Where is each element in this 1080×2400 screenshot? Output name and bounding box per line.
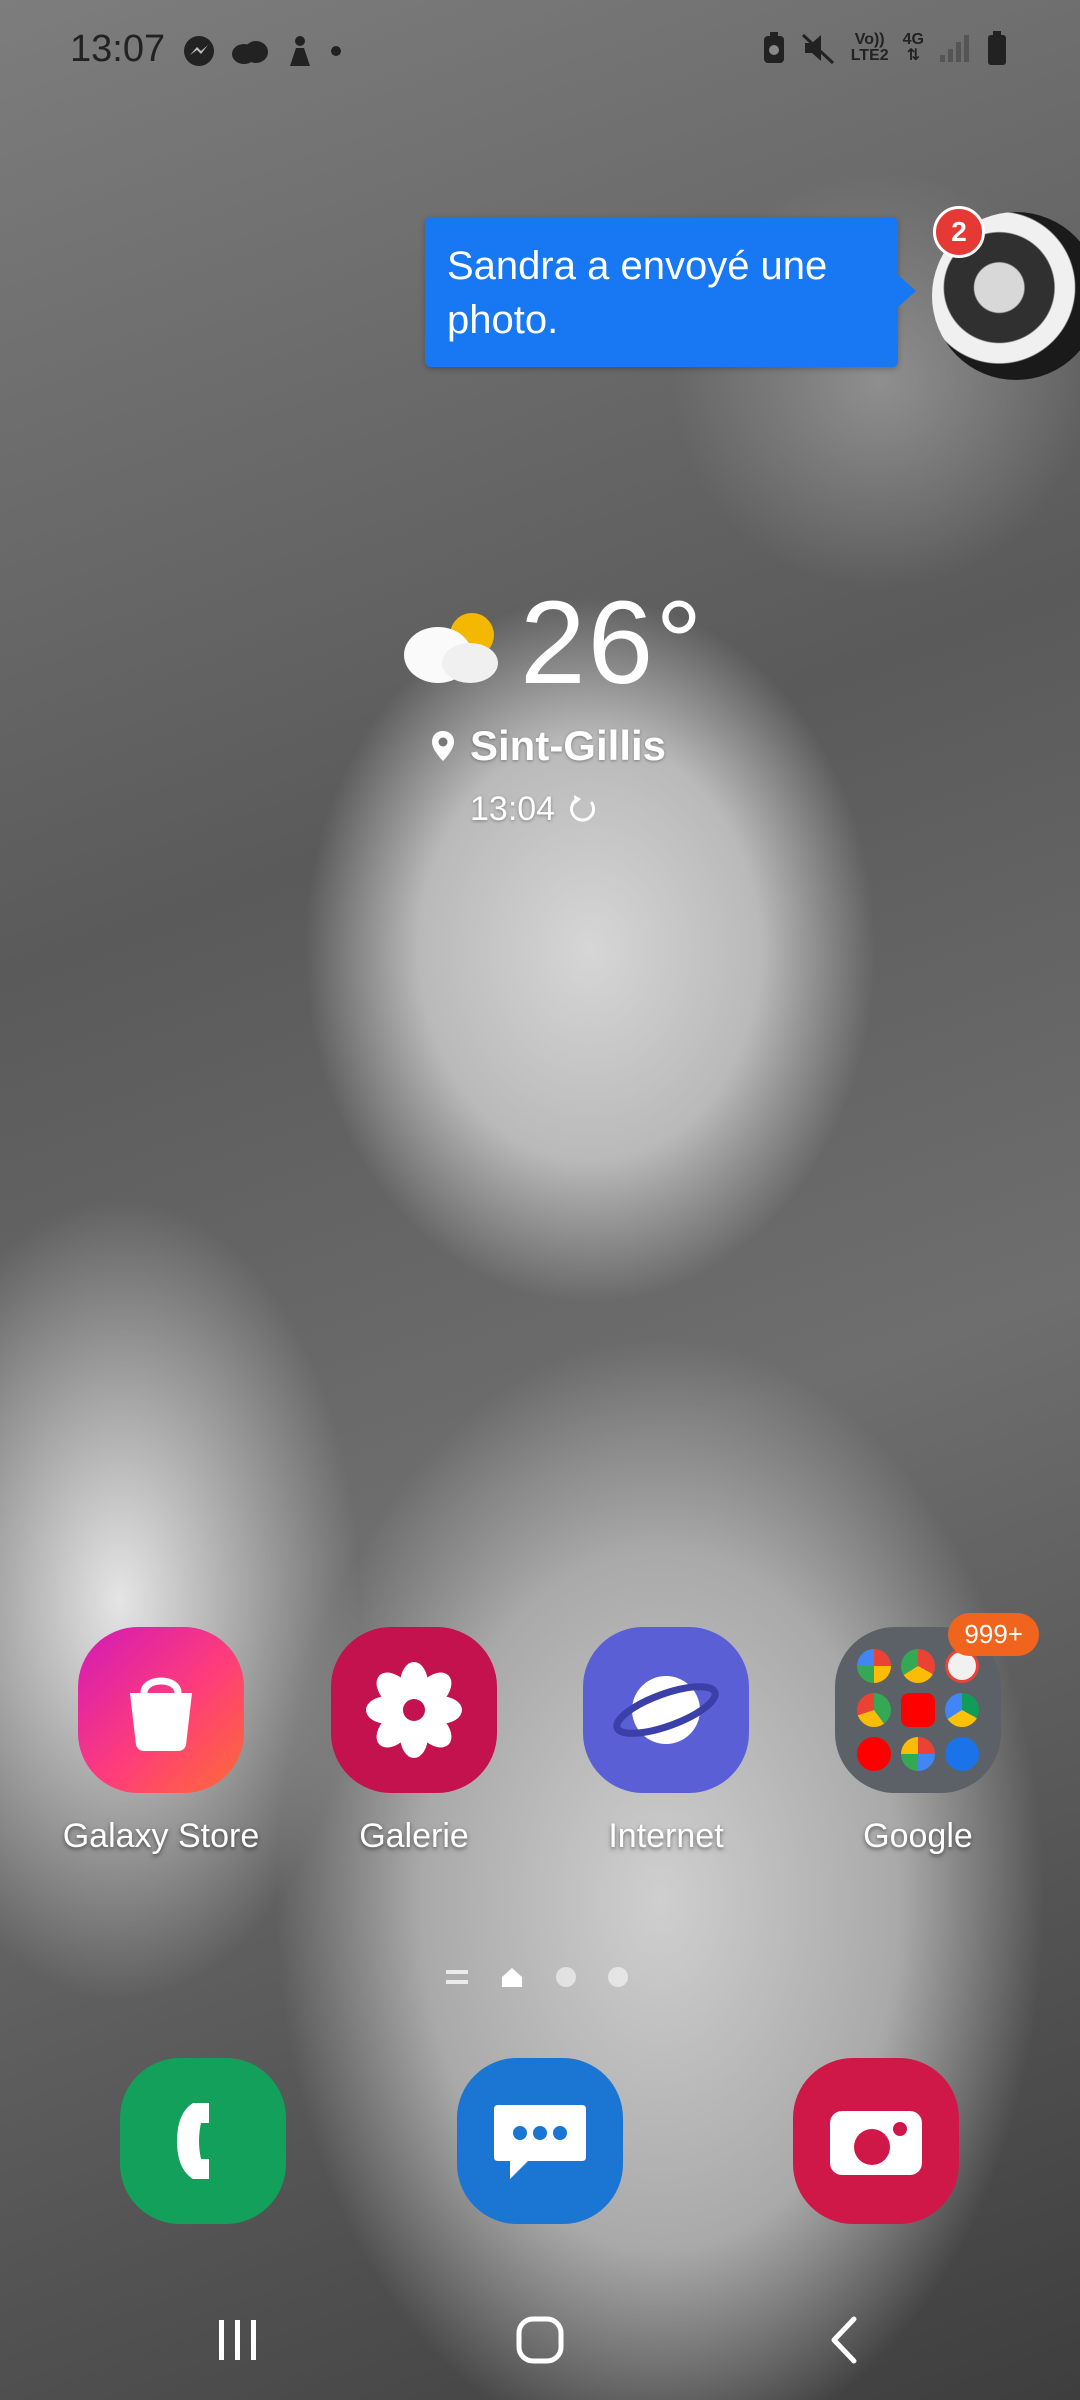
dock-messages-app[interactable] xyxy=(457,2058,623,2224)
home-page-icon[interactable] xyxy=(500,1966,524,1988)
location-pin-icon xyxy=(432,731,454,761)
photos-icon xyxy=(901,1737,935,1771)
weather-updated[interactable]: 13:04 xyxy=(470,790,599,829)
page-dot[interactable] xyxy=(556,1967,576,1987)
volte-bottom: LTE2 xyxy=(850,47,889,64)
refresh-icon[interactable] xyxy=(565,793,599,827)
app-label: Google xyxy=(863,1817,973,1855)
chrome-icon xyxy=(901,1649,935,1683)
chat-head-badge: 2 xyxy=(933,206,985,258)
dock-phone-app[interactable] xyxy=(120,2058,286,2224)
weather-location-label: Sint-Gillis xyxy=(470,722,667,769)
figure-icon xyxy=(290,36,310,66)
app-galaxy-store[interactable]: Galaxy Store xyxy=(61,1627,261,1856)
drive-icon xyxy=(945,1693,979,1727)
weather-temperature[interactable]: 26° xyxy=(520,575,704,711)
maps-icon xyxy=(857,1693,891,1727)
page-menu-icon[interactable] xyxy=(446,1970,468,1984)
google-search-icon xyxy=(857,1649,891,1683)
messages-icon xyxy=(494,2105,586,2179)
flower-icon xyxy=(366,1662,462,1758)
weather-location[interactable]: Sint-Gillis xyxy=(430,722,666,770)
planet-icon xyxy=(613,1676,719,1744)
back-icon xyxy=(831,2316,856,2364)
internet-icon[interactable] xyxy=(583,1627,749,1793)
galaxy-store-icon[interactable] xyxy=(78,1627,244,1793)
folder-icon[interactable]: 999+ xyxy=(835,1613,1039,1793)
volte-indicator: Vo)) LTE2 xyxy=(851,32,889,64)
status-time: 13:07 xyxy=(70,28,166,70)
partly-cloudy-icon[interactable] xyxy=(400,605,505,685)
volte-top: Vo)) xyxy=(854,31,885,48)
youtube-music-icon xyxy=(857,1737,891,1771)
app-label: Galaxy Store xyxy=(62,1817,260,1855)
app-label: Galerie xyxy=(359,1817,469,1855)
signal-icon xyxy=(940,35,969,62)
recents-button[interactable] xyxy=(200,2300,275,2380)
chat-head-message-bubble[interactable]: Sandra a envoyé une photo. xyxy=(425,217,916,367)
recents-icon xyxy=(218,2320,256,2360)
battery-icon xyxy=(988,31,1006,65)
back-button[interactable] xyxy=(805,2300,880,2380)
status-right-icons: Vo)) LTE2 4G ⇅ xyxy=(761,30,1008,66)
app-galerie[interactable]: Galerie xyxy=(314,1627,514,1856)
network-type: 4G xyxy=(902,31,924,48)
chat-head-message: Sandra a envoyé une photo. xyxy=(447,244,828,342)
notification-count-badge: 999+ xyxy=(948,1613,1039,1656)
mute-icon xyxy=(801,33,834,65)
youtube-icon xyxy=(901,1693,935,1727)
status-left-icons xyxy=(182,34,342,68)
weather-updated-time: 13:04 xyxy=(470,790,556,828)
shopping-bag-icon xyxy=(130,1677,192,1751)
home-button[interactable] xyxy=(500,2300,580,2380)
camera-icon xyxy=(830,2111,922,2175)
app-folder-google[interactable]: 999+ Google xyxy=(818,1613,1039,1856)
page-indicator[interactable] xyxy=(446,1966,628,1988)
data-arrows-icon: ⇅ xyxy=(906,47,921,64)
phone-icon xyxy=(177,2103,209,2179)
battery-saver-icon xyxy=(763,32,784,63)
galerie-icon[interactable] xyxy=(331,1627,497,1793)
messenger-icon xyxy=(184,36,214,66)
dot-icon xyxy=(331,46,341,56)
page-dot[interactable] xyxy=(608,1967,628,1987)
folder-app-grid xyxy=(857,1649,979,1771)
network-indicator: 4G ⇅ xyxy=(903,32,924,64)
dock-camera-app[interactable] xyxy=(793,2058,959,2224)
home-icon xyxy=(516,2316,564,2364)
meet-icon xyxy=(945,1737,979,1771)
app-internet[interactable]: Internet xyxy=(566,1627,766,1856)
cloud-icon xyxy=(232,41,268,64)
app-label: Internet xyxy=(608,1817,724,1855)
